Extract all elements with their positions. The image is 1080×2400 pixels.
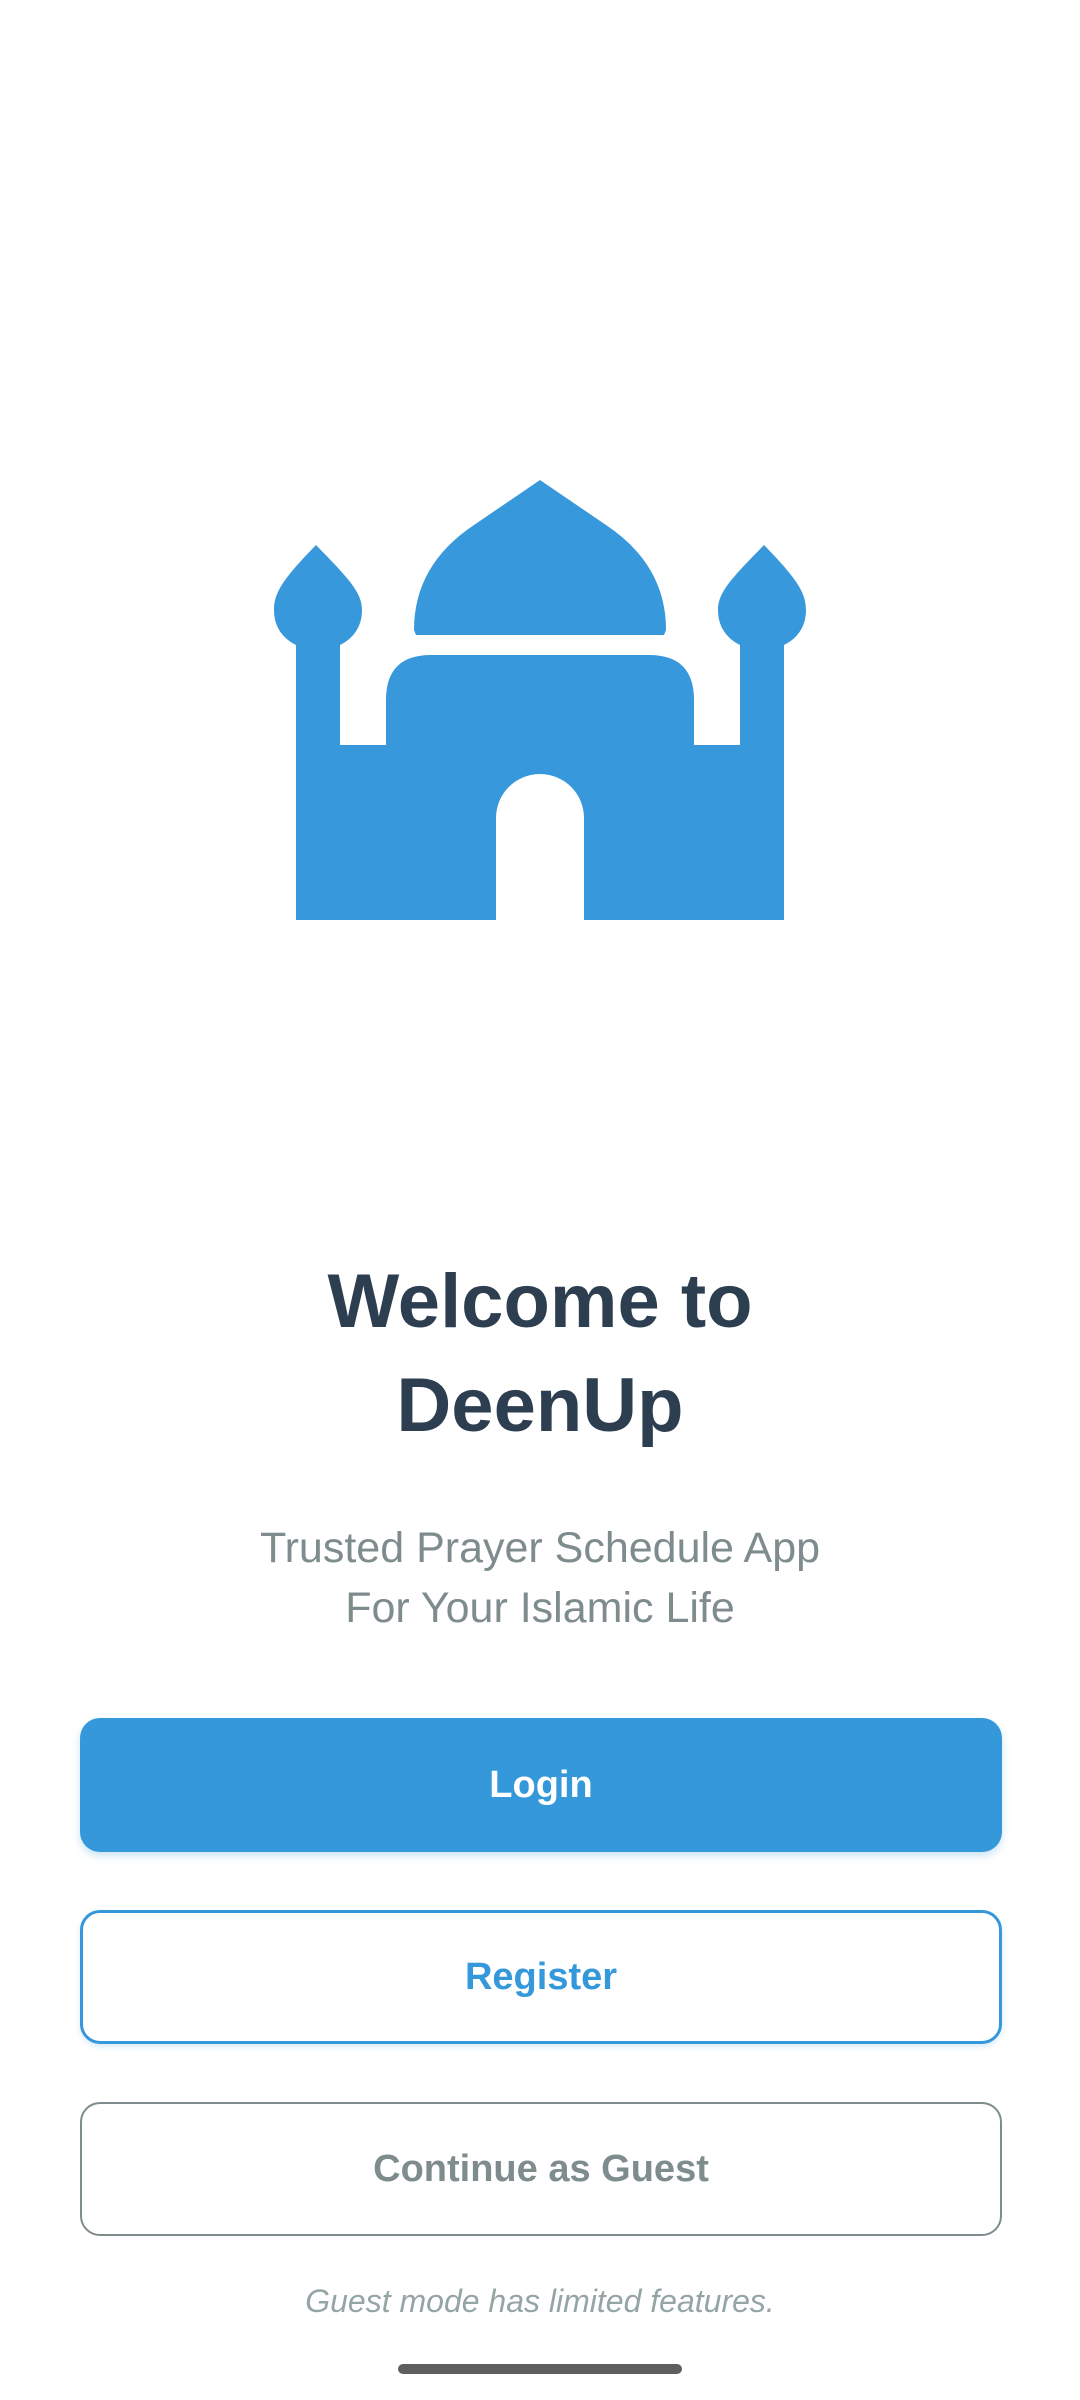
- register-button[interactable]: Register: [80, 1910, 1002, 2044]
- title-line-1: Welcome to: [327, 1259, 753, 1344]
- guest-note-line-2: Register for the full experience.: [0, 2324, 1080, 2334]
- mosque-icon: [274, 480, 806, 920]
- subtitle-line-1: Trusted Prayer Schedule App: [259, 1524, 821, 1572]
- page-title: Welcome to DeenUp: [0, 1250, 1080, 1458]
- subtitle: Trusted Prayer Schedule App For Your Isl…: [0, 1518, 1080, 1638]
- guest-button-label: Continue as Guest: [373, 2147, 709, 2190]
- home-indicator[interactable]: [398, 2364, 682, 2374]
- subtitle-line-2: For Your Islamic Life: [345, 1584, 735, 1632]
- register-button-label: Register: [464, 1955, 618, 1998]
- guest-mode-note: Guest mode has limited features. Registe…: [0, 2278, 1080, 2334]
- login-button-label: Login: [489, 1763, 593, 1806]
- welcome-screen: Welcome to DeenUp Trusted Prayer Schedul…: [0, 0, 1080, 2400]
- guest-note-line-1: Guest mode has limited features.: [305, 2283, 775, 2319]
- title-line-2: DeenUp: [396, 1363, 684, 1448]
- login-button[interactable]: Login: [80, 1718, 1002, 1852]
- continue-as-guest-button[interactable]: Continue as Guest: [80, 2102, 1002, 2236]
